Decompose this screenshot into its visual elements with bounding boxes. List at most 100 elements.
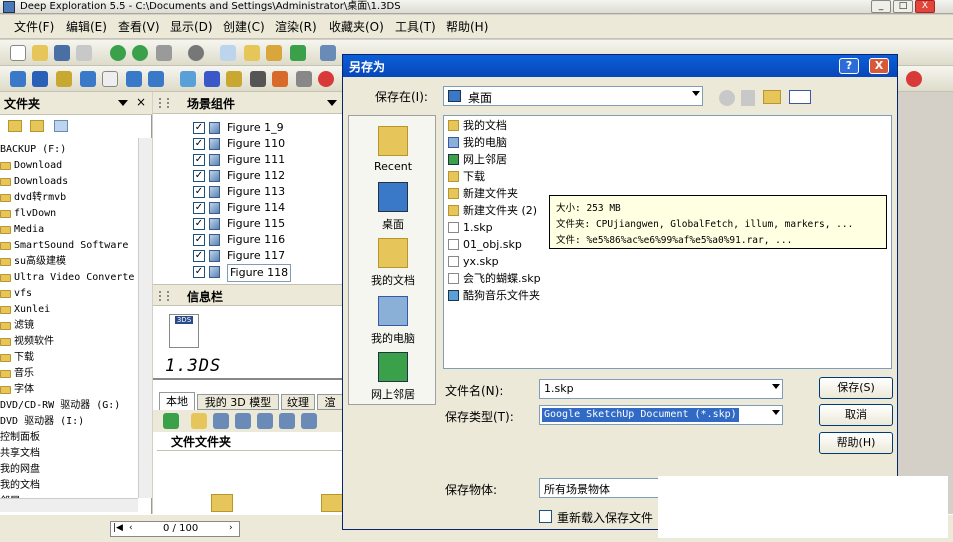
folder-item[interactable]: 视频软件 bbox=[0, 334, 140, 350]
folder-item[interactable]: Xunlei bbox=[0, 302, 140, 318]
maximize-button[interactable]: □ bbox=[893, 0, 913, 13]
menu-display[interactable]: 显示(D) bbox=[170, 19, 213, 35]
cube-icon[interactable] bbox=[10, 71, 26, 87]
folder-item[interactable]: DVD/CD-RW 驱动器 (G:) bbox=[0, 398, 140, 414]
stop-icon[interactable] bbox=[188, 45, 204, 61]
first-page-icon[interactable]: |◀ bbox=[113, 523, 123, 533]
menu-help[interactable]: 帮助(H) bbox=[446, 19, 488, 35]
tab-my-3d-models[interactable]: 我的 3D 模型 bbox=[197, 394, 279, 410]
flat-icon[interactable] bbox=[126, 71, 142, 87]
snap-icon[interactable] bbox=[318, 71, 334, 87]
view-thumbs-icon[interactable] bbox=[301, 413, 317, 429]
folder-item[interactable]: 我的文档 bbox=[0, 478, 140, 494]
folder-item[interactable]: SmartSound Software bbox=[0, 238, 140, 254]
folder-item[interactable]: BACKUP (F:) bbox=[0, 142, 140, 158]
folder-hscrollbar[interactable] bbox=[0, 498, 138, 512]
menu-favorites[interactable]: 收藏夹(O) bbox=[329, 19, 384, 35]
menu-tools[interactable]: 工具(T) bbox=[395, 19, 436, 35]
layout-icon[interactable] bbox=[320, 45, 336, 61]
dialog-help-button[interactable]: ? bbox=[839, 58, 859, 74]
wire-icon[interactable] bbox=[102, 71, 118, 87]
folder-icon[interactable] bbox=[244, 45, 260, 61]
folder-item[interactable]: dvd转rmvb bbox=[0, 190, 140, 206]
filetype-select[interactable]: Google SketchUp Document (*.skp) bbox=[539, 405, 783, 425]
minimize-button[interactable]: _ bbox=[871, 0, 891, 13]
solid-icon[interactable] bbox=[148, 71, 164, 87]
folder-icon[interactable] bbox=[321, 494, 343, 512]
prev-page-icon[interactable]: ‹ bbox=[129, 523, 133, 533]
up-folder-icon[interactable] bbox=[741, 90, 755, 106]
view-details-icon[interactable] bbox=[279, 413, 295, 429]
open-icon[interactable] bbox=[32, 45, 48, 61]
folder-item[interactable]: DVD 驱动器 (I:) bbox=[0, 414, 140, 430]
place-desktop[interactable]: 桌面 bbox=[349, 182, 437, 232]
menu-file[interactable]: 文件(F) bbox=[14, 19, 54, 35]
folder-item[interactable]: 我的网盘 bbox=[0, 462, 140, 478]
folder-icon[interactable] bbox=[211, 494, 233, 512]
folder-scrollbar[interactable] bbox=[138, 138, 152, 498]
save-button[interactable]: 保存(S) bbox=[819, 377, 893, 399]
window-icon[interactable] bbox=[156, 45, 172, 61]
view-small-icon[interactable] bbox=[235, 413, 251, 429]
place-recent[interactable]: Recent bbox=[349, 126, 437, 173]
back-icon[interactable] bbox=[110, 45, 126, 61]
tab-local[interactable]: 本地 bbox=[159, 392, 195, 410]
save-object-select[interactable]: 所有场景物体 bbox=[539, 478, 659, 498]
search-icon[interactable] bbox=[220, 45, 236, 61]
folder-item[interactable]: 音乐 bbox=[0, 366, 140, 382]
smooth-icon[interactable] bbox=[80, 71, 96, 87]
panel-menu-icon[interactable] bbox=[118, 100, 128, 106]
print-icon[interactable] bbox=[76, 45, 92, 61]
menu-edit[interactable]: 编辑(E) bbox=[66, 19, 107, 35]
material-icon[interactable] bbox=[226, 71, 242, 87]
folder-item[interactable]: su高级建模 bbox=[0, 254, 140, 270]
folder-item[interactable]: 下载 bbox=[0, 350, 140, 366]
close-button[interactable]: X bbox=[915, 0, 935, 13]
folder-up-icon[interactable] bbox=[8, 120, 22, 132]
dialog-close-button[interactable]: X bbox=[869, 58, 889, 74]
folder-item[interactable]: Media bbox=[0, 222, 140, 238]
tab-render[interactable]: 渲 bbox=[317, 394, 343, 410]
edges-icon[interactable] bbox=[250, 71, 266, 87]
up-icon[interactable] bbox=[163, 413, 179, 429]
folder-item[interactable]: Ultra Video Converte bbox=[0, 270, 140, 286]
points-icon[interactable] bbox=[296, 71, 312, 87]
cancel-button[interactable]: 取消 bbox=[819, 404, 893, 426]
shaded-icon[interactable] bbox=[32, 71, 48, 87]
folder-item[interactable]: flvDown bbox=[0, 206, 140, 222]
folder-item[interactable]: Downloads bbox=[0, 174, 140, 190]
textured-icon[interactable] bbox=[56, 71, 72, 87]
tab-textures[interactable]: 纹理 bbox=[281, 394, 315, 410]
record-icon[interactable] bbox=[906, 71, 922, 87]
folder-item[interactable]: 滤镜 bbox=[0, 318, 140, 334]
menu-view[interactable]: 查看(V) bbox=[118, 19, 160, 35]
folder-item[interactable]: vfs bbox=[0, 286, 140, 302]
reload-checkbox[interactable] bbox=[539, 510, 552, 523]
folder-item[interactable]: Download bbox=[0, 158, 140, 174]
next-page-icon[interactable]: › bbox=[229, 523, 233, 533]
new-icon[interactable] bbox=[10, 45, 26, 61]
folder-item[interactable]: 字体 bbox=[0, 382, 140, 398]
place-my-computer[interactable]: 我的电脑 bbox=[349, 296, 437, 346]
menu-render[interactable]: 渲染(R) bbox=[275, 19, 317, 35]
grip-icon[interactable] bbox=[159, 291, 169, 301]
view-list-icon[interactable] bbox=[257, 413, 273, 429]
grip-icon[interactable] bbox=[159, 98, 169, 108]
save-in-select[interactable]: 桌面 bbox=[443, 86, 703, 106]
place-my-documents[interactable]: 我的文档 bbox=[349, 238, 437, 288]
scene-menu-icon[interactable] bbox=[327, 100, 337, 106]
help-button[interactable]: 帮助(H) bbox=[819, 432, 893, 454]
filename-input[interactable]: 1.skp bbox=[539, 379, 783, 399]
favorite-icon[interactable] bbox=[266, 45, 282, 61]
box-icon[interactable] bbox=[204, 71, 220, 87]
save-icon[interactable] bbox=[54, 45, 70, 61]
view-large-icon[interactable] bbox=[213, 413, 229, 429]
folder-item[interactable]: 共享文档 bbox=[0, 446, 140, 462]
panel-close-icon[interactable]: × bbox=[136, 95, 146, 109]
menu-create[interactable]: 创建(C) bbox=[223, 19, 265, 35]
view-menu-icon[interactable] bbox=[789, 90, 811, 104]
new-folder-icon[interactable] bbox=[30, 120, 44, 132]
back-icon[interactable] bbox=[719, 90, 735, 106]
refresh-icon[interactable] bbox=[290, 45, 306, 61]
new-folder-icon[interactable] bbox=[763, 90, 781, 104]
